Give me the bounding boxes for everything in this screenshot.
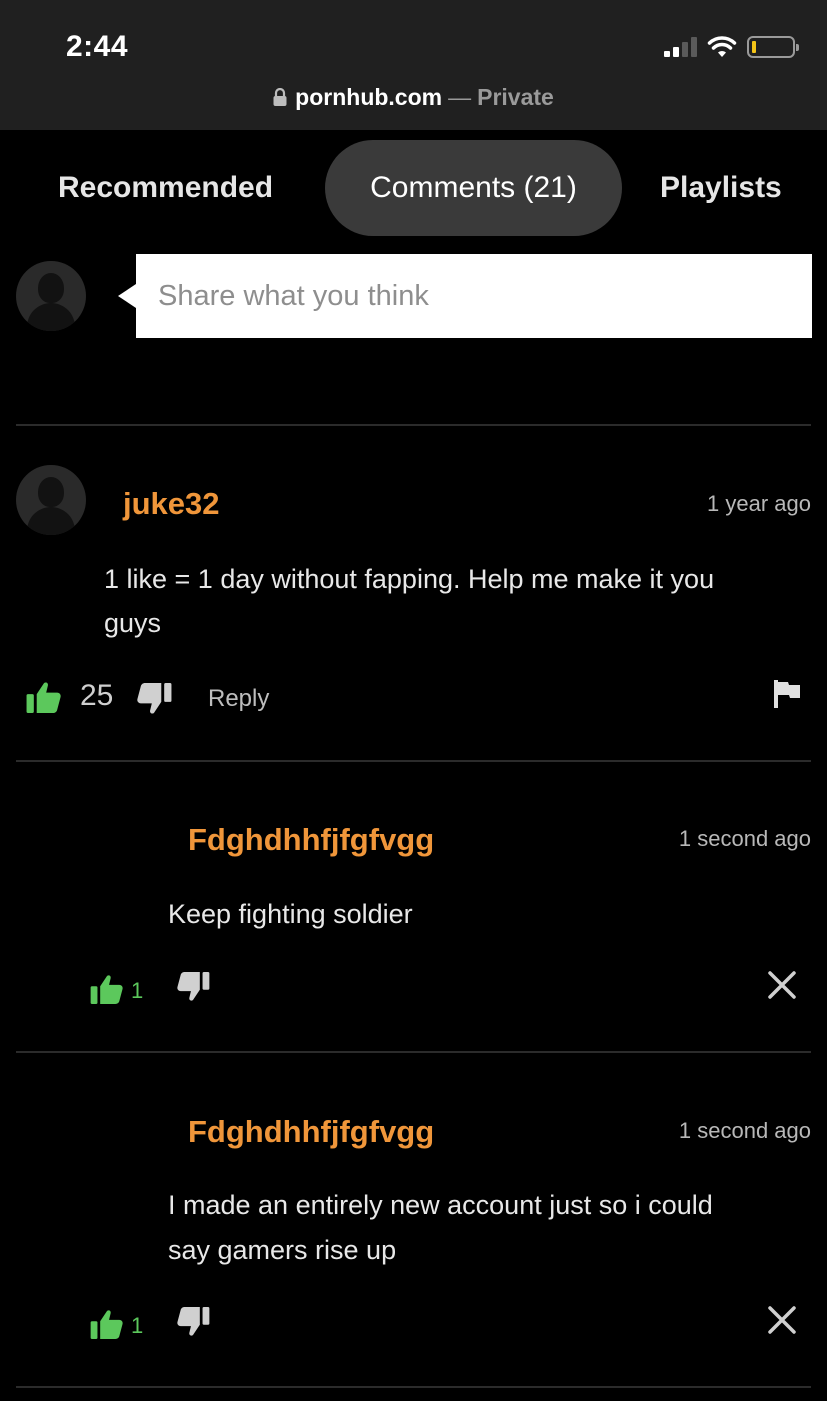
reply-text-line: Keep fighting soldier [168, 899, 413, 929]
cellular-signal-icon [664, 37, 697, 57]
status-icons [664, 36, 799, 58]
divider [16, 760, 811, 762]
comment-text-line: guys [104, 608, 162, 638]
url-separator: — [448, 84, 472, 110]
thumbs-down-icon[interactable] [176, 1307, 210, 1337]
like-count: 1 [131, 978, 144, 1003]
close-icon[interactable] [767, 970, 797, 1000]
reply-timestamp: 1 second ago [678, 826, 811, 851]
comment-username[interactable]: juke32 [123, 486, 220, 522]
tab-playlists[interactable]: Playlists [660, 140, 782, 236]
thumbs-down-icon[interactable] [176, 972, 210, 1002]
divider [16, 424, 811, 426]
lock-icon [273, 88, 287, 106]
thumbs-up-icon[interactable] [26, 681, 62, 713]
reply-text-line: say gamers rise up [168, 1235, 397, 1265]
comment-timestamp: 1 year ago [707, 491, 811, 516]
like-count: 1 [131, 1313, 144, 1338]
thumbs-up-icon[interactable] [90, 1309, 124, 1339]
thumbs-down-icon[interactable] [136, 683, 172, 715]
tab-bar: Recommended Comments (21) Playlists [0, 140, 827, 238]
comment-input-box [118, 254, 812, 338]
divider [16, 1051, 811, 1053]
reply-text-line: I made an entirely new account just so i… [168, 1190, 713, 1220]
private-mode-label: Private [477, 84, 554, 110]
tab-recommended[interactable]: Recommended [58, 140, 273, 236]
url-bar[interactable]: pornhub.com — Private [0, 84, 827, 111]
reply-username[interactable]: Fdghdhhfjfgfvgg [188, 1114, 434, 1150]
url-domain: pornhub.com [295, 84, 443, 110]
current-user-avatar [16, 261, 86, 331]
reply-button[interactable]: Reply [208, 685, 269, 713]
flag-icon[interactable] [774, 680, 800, 708]
reply-username[interactable]: Fdghdhhfjfgfvgg [188, 822, 434, 858]
battery-icon [747, 36, 799, 58]
divider [16, 1386, 811, 1388]
wifi-icon [707, 36, 737, 57]
tab-comments[interactable]: Comments (21) [325, 140, 622, 236]
comment-text-line: 1 like = 1 day without fapping. Help me … [104, 564, 715, 594]
thumbs-up-icon[interactable] [90, 974, 124, 1004]
comment-input[interactable] [136, 254, 812, 338]
avatar [16, 465, 86, 535]
like-count: 25 [80, 679, 114, 712]
reply-timestamp: 1 second ago [678, 1118, 811, 1143]
close-icon[interactable] [767, 1305, 797, 1335]
browser-top-bar: 2:44 pornhub.com — Private [0, 0, 827, 130]
status-time: 2:44 [66, 30, 129, 63]
